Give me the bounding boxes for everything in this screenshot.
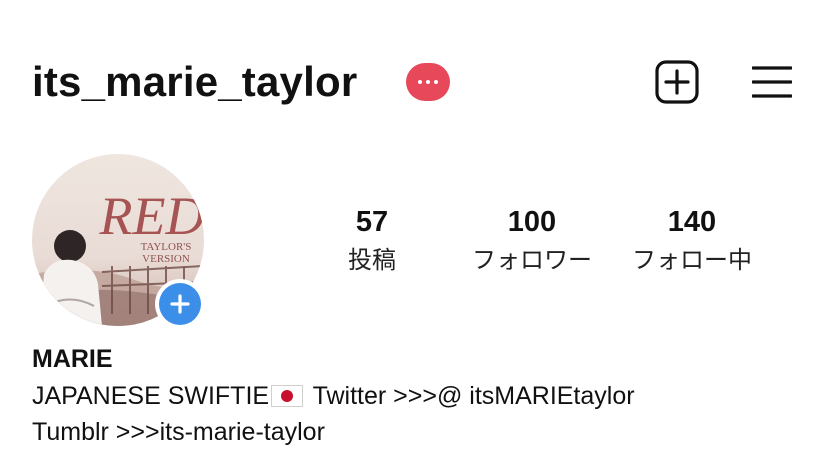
hamburger-menu-icon [751, 66, 793, 98]
avatar-red-text: RED [99, 186, 204, 246]
bio-text-1: JAPANESE SWIFTIE [32, 382, 270, 410]
avatar-subtext-2: VERSION [142, 253, 190, 265]
menu-button[interactable] [751, 64, 793, 100]
notification-badge[interactable] [406, 63, 450, 101]
followers-label: フォロワー [472, 247, 592, 274]
following-label: フォロー中 [632, 247, 752, 274]
more-dots-icon [418, 80, 438, 84]
posts-count: 57 [355, 206, 389, 238]
followers-stat[interactable]: 100 フォロワー [466, 204, 598, 278]
plus-square-icon [655, 60, 699, 104]
bio-text-2: Twitter >>>@ itsMARIEtaylor [306, 382, 635, 410]
create-post-button[interactable] [655, 60, 699, 104]
plus-icon [170, 294, 190, 314]
add-story-button[interactable] [155, 279, 205, 329]
posts-label: 投稿 [348, 247, 396, 274]
japan-flag-icon [271, 385, 304, 407]
username-title[interactable]: its_marie_taylor [32, 56, 357, 108]
following-stat[interactable]: 140 フォロー中 [626, 204, 758, 278]
posts-stat[interactable]: 57 投稿 [332, 204, 412, 278]
bio-line: JAPANESE SWIFTIE Twitter >>>@ itsMARIEta… [32, 379, 635, 413]
following-count: 140 [667, 206, 717, 238]
display-name: MARIE [32, 345, 113, 373]
bio-line: Tumblr >>>its-marie-taylor [32, 418, 325, 446]
avatar-subtext-1: TAYLOR'S [141, 241, 192, 253]
profile-page: its_marie_taylor RED TAYLOR'S VERSION 57… [0, 0, 828, 455]
followers-count: 100 [507, 206, 557, 238]
